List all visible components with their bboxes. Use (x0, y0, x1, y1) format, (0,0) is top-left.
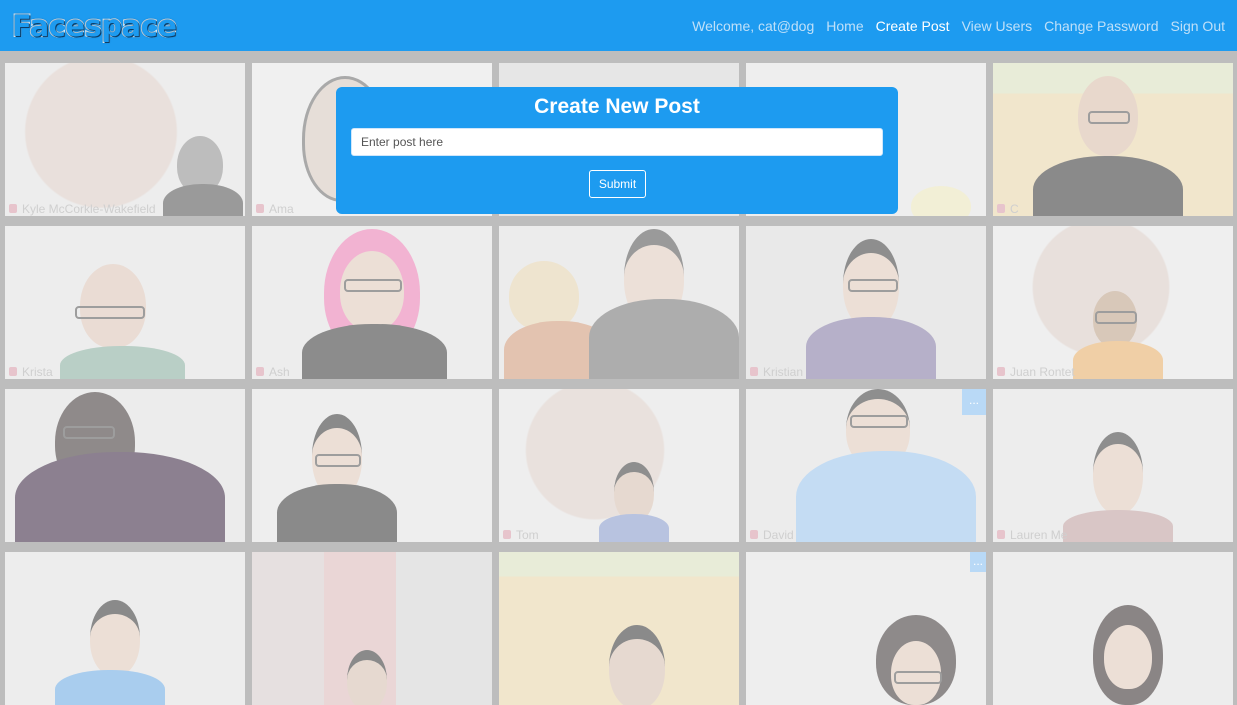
participant-avatar (337, 650, 397, 705)
video-tile (252, 389, 492, 542)
nav-change-password[interactable]: Change Password (1044, 18, 1158, 34)
video-tile: ... (746, 552, 986, 705)
participant-avatar (806, 239, 936, 379)
mic-indicator (9, 367, 17, 376)
participant-avatar (55, 264, 185, 379)
nav-create-post[interactable]: Create Post (876, 18, 950, 34)
video-tile (499, 552, 739, 705)
create-post-modal: Create New Post Submit (336, 87, 898, 214)
more-options-button[interactable]: ... (962, 389, 986, 415)
nav-home[interactable]: Home (826, 18, 863, 34)
participant-name: Kristian (763, 365, 804, 379)
participant-name: Lauren Me (1010, 528, 1068, 542)
video-tile: Juan Rontet (993, 226, 1233, 379)
participant-name: C (1010, 202, 1019, 216)
mic-indicator (750, 530, 758, 539)
participant-name: Ash (269, 365, 290, 379)
video-tile (499, 226, 739, 379)
mic-indicator (256, 367, 264, 376)
video-tile (252, 552, 492, 705)
participant-name: Kyle McCorkle-Wakefield (22, 202, 156, 216)
video-tile: Ash (252, 226, 492, 379)
participant-name: Krista (22, 365, 53, 379)
participant-avatar (599, 462, 669, 542)
video-tile: Krista (5, 226, 245, 379)
video-tile: Kyle McCorkle-Wakefield (5, 63, 245, 216)
participant-avatar (1073, 291, 1163, 379)
mic-indicator (750, 367, 758, 376)
video-tile (5, 552, 245, 705)
participant-name: Tom (516, 528, 539, 542)
participant-name: Juan Rontet (1010, 365, 1075, 379)
nav-sign-out[interactable]: Sign Out (1171, 18, 1225, 34)
facespace-logo[interactable]: Facespace (11, 8, 178, 44)
participant-avatar (155, 136, 245, 216)
participant-avatar (856, 615, 976, 705)
mic-indicator (997, 530, 1005, 539)
video-tile: Tom (499, 389, 739, 542)
participant-name: David (763, 528, 794, 542)
video-tile: Kristian (746, 226, 986, 379)
video-tile (5, 389, 245, 542)
participant-avatar (15, 392, 225, 542)
participant-avatar (277, 414, 397, 542)
participant-avatar (1033, 76, 1183, 216)
participant-avatar (589, 229, 739, 379)
participant-avatar (302, 229, 452, 379)
video-tile (993, 552, 1233, 705)
post-input[interactable] (351, 128, 883, 156)
mic-indicator (256, 204, 264, 213)
mic-indicator (9, 204, 17, 213)
welcome-text: Welcome, cat@dog (692, 17, 815, 34)
participant-avatar (55, 600, 165, 705)
video-tile: C (993, 63, 1233, 216)
participant-name: Ama (269, 202, 294, 216)
nav-view-users[interactable]: View Users (962, 18, 1033, 34)
participant-avatar (1078, 605, 1178, 705)
modal-title: Create New Post (534, 95, 700, 118)
more-options-button[interactable]: ... (970, 552, 986, 572)
participant-avatar (906, 186, 976, 216)
mic-indicator (503, 530, 511, 539)
mic-indicator (997, 367, 1005, 376)
nav-links: Welcome, cat@dog Home Create Post View U… (692, 18, 1225, 34)
video-tile: Lauren Me (993, 389, 1233, 542)
participant-avatar (1063, 432, 1173, 542)
video-tile: ... David (746, 389, 986, 542)
participant-avatar (796, 389, 976, 542)
participant-avatar (594, 625, 684, 705)
navbar: Facespace Welcome, cat@dog Home Create P… (0, 0, 1237, 51)
submit-button[interactable]: Submit (589, 170, 646, 198)
mic-indicator (997, 204, 1005, 213)
